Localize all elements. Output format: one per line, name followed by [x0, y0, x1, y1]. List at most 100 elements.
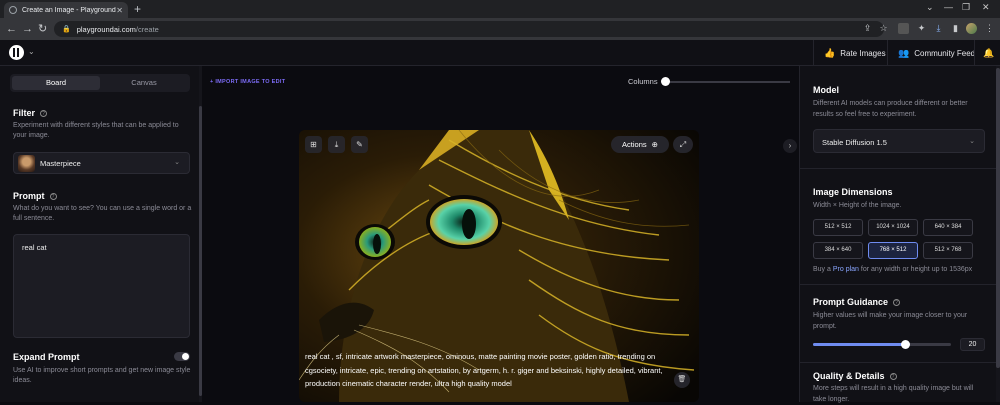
plus-circle-icon: ⊕	[651, 140, 658, 149]
download-icon[interactable]: ⤓	[933, 23, 944, 34]
url-path: /create	[135, 24, 159, 34]
guidance-heading: Prompt Guidance?	[813, 297, 901, 307]
dimensions-description: Width × Height of the image.	[813, 202, 902, 209]
prompt-input[interactable]: real cat	[13, 234, 190, 338]
site-favicon-icon	[9, 6, 17, 14]
model-description: Different AI models can produce differen…	[813, 100, 968, 118]
dimension-option[interactable]: 512 × 768	[923, 242, 973, 259]
help-icon[interactable]: ?	[40, 110, 48, 117]
pro-plan-link[interactable]: Pro plan	[833, 266, 859, 273]
canvas-area: + IMPORT IMAGE TO EDIT Columns ⊞ ⤓ ✎ Act…	[202, 66, 799, 402]
columns-slider-track[interactable]	[664, 81, 790, 83]
puzzle-icon[interactable]: ✦	[916, 23, 927, 34]
address-bar[interactable]: 🔒 playgroundai.com/create	[54, 21, 884, 37]
forward-icon[interactable]: →	[22, 22, 33, 36]
back-icon[interactable]: ←	[6, 22, 17, 36]
url-host: playgroundai.com	[76, 24, 136, 34]
rate-images-button[interactable]: 👍 Rate Images	[813, 40, 896, 66]
expand-prompt-toggle[interactable]	[174, 352, 190, 361]
minimize-icon[interactable]: —	[944, 2, 953, 12]
add-image-button[interactable]: ⊞	[305, 136, 322, 153]
menu-icon[interactable]: ⋮	[984, 23, 995, 34]
close-tab-icon[interactable]: ✕	[116, 6, 123, 15]
playground-logo-icon[interactable]	[9, 45, 24, 60]
expand-prompt-heading: Expand Prompt	[13, 352, 80, 362]
dimension-option-selected[interactable]: 768 × 512	[868, 242, 918, 259]
prompt-title: Prompt	[13, 191, 45, 201]
quality-title: Quality & Details	[813, 371, 885, 381]
dimension-option[interactable]: 512 × 512	[813, 219, 863, 236]
filter-heading: Filter?	[13, 108, 48, 118]
reload-icon[interactable]: ↻	[38, 22, 47, 36]
guidance-value-input[interactable]: 20	[960, 338, 985, 351]
columns-label: Columns	[628, 77, 658, 86]
generated-image-card[interactable]: ⊞ ⤓ ✎ Actions ⊕ ⤢ real cat , sf, intrica…	[299, 130, 699, 402]
edit-image-button[interactable]: ✎	[351, 136, 368, 153]
download-image-button[interactable]: ⤓	[328, 136, 345, 153]
trash-icon[interactable]: 🗑	[674, 372, 690, 388]
bell-icon: 🔔	[983, 47, 995, 58]
divider	[800, 362, 1000, 363]
new-tab-icon[interactable]: +	[134, 2, 141, 16]
filter-select[interactable]: Masterpiece ⌄	[13, 152, 190, 174]
chevron-down-icon: ⌄	[969, 138, 975, 145]
pro-plan-note: Buy a Pro plan for any width or height u…	[813, 266, 972, 273]
community-feed-button[interactable]: 👥 Community Feed	[887, 40, 985, 66]
model-value: Stable Diffusion 1.5	[822, 138, 887, 147]
chevron-down-icon[interactable]: ⌄	[28, 47, 35, 56]
share-icon[interactable]: ⇪	[862, 23, 873, 34]
view-toggle: Board Canvas	[10, 74, 190, 92]
actions-button[interactable]: Actions ⊕	[611, 136, 669, 153]
pro-prefix: Buy a	[813, 266, 833, 273]
expand-prompt-description: Use AI to improve short prompts and get …	[13, 367, 191, 384]
dimension-option[interactable]: 640 × 384	[923, 219, 973, 236]
pro-suffix: for any width or height up to 1536px	[858, 266, 973, 273]
columns-slider-handle[interactable]	[661, 77, 670, 86]
expand-icon[interactable]: ⤢	[673, 136, 693, 153]
divider	[800, 284, 1000, 285]
dimension-option[interactable]: 1024 × 1024	[868, 219, 918, 236]
image-caption: real cat , sf, intricate artwork masterp…	[305, 352, 663, 388]
right-panel: Model Different AI models can produce di…	[799, 66, 1000, 403]
thumbs-up-icon: 👍	[824, 47, 836, 58]
filter-title: Filter	[13, 108, 36, 118]
prompt-heading: Prompt?	[13, 191, 57, 201]
help-icon[interactable]: ?	[889, 373, 897, 380]
guidance-slider-handle[interactable]	[900, 340, 910, 349]
actions-label: Actions	[622, 140, 647, 149]
star-icon[interactable]: ☆	[878, 23, 889, 34]
model-select[interactable]: Stable Diffusion 1.5 ⌄	[813, 129, 985, 153]
close-window-icon[interactable]: ✕	[982, 2, 990, 13]
chevron-right-icon[interactable]: ›	[783, 139, 797, 153]
tab-board[interactable]: Board	[12, 76, 100, 90]
app-header: ⌄ 👍 Rate Images 👥 Community Feed 🔔	[0, 40, 1000, 66]
prompt-description: What do you want to see? You can use a s…	[13, 205, 192, 222]
help-icon[interactable]: ?	[893, 299, 901, 306]
sidepanel-icon[interactable]: ▮	[950, 23, 961, 34]
left-panel: Board Canvas Filter? Experiment with dif…	[0, 66, 202, 402]
guidance-slider-track[interactable]	[813, 343, 951, 346]
rate-images-label: Rate Images	[840, 48, 886, 58]
filter-description: Experiment with different styles that ca…	[13, 122, 179, 139]
right-scrollbar[interactable]	[996, 66, 1000, 402]
lock-icon: 🔒	[62, 26, 71, 33]
scrollbar-thumb[interactable]	[996, 68, 1000, 368]
chevron-down-icon[interactable]: ⌄	[926, 2, 934, 13]
browser-tab[interactable]: Create an Image - Playground ✕	[4, 2, 128, 18]
tab-canvas[interactable]: Canvas	[100, 76, 188, 90]
chevron-down-icon: ⌄	[174, 159, 180, 166]
restore-icon[interactable]: ❐	[962, 2, 970, 13]
profile-avatar[interactable]	[966, 23, 977, 34]
divider	[800, 168, 1000, 169]
model-title: Model	[813, 85, 839, 95]
guidance-title: Prompt Guidance	[813, 297, 889, 307]
help-icon[interactable]: ?	[49, 193, 57, 200]
dimension-option[interactable]: 384 × 640	[813, 242, 863, 259]
browser-tab-title: Create an Image - Playground	[22, 6, 116, 14]
notifications-button[interactable]: 🔔	[974, 40, 1000, 66]
import-image-link[interactable]: + IMPORT IMAGE TO EDIT	[210, 79, 285, 85]
quality-heading: Quality & Details?	[813, 371, 897, 381]
extension-icon[interactable]	[898, 23, 909, 34]
community-feed-label: Community Feed	[914, 48, 976, 58]
guidance-slider-fill	[813, 343, 906, 346]
